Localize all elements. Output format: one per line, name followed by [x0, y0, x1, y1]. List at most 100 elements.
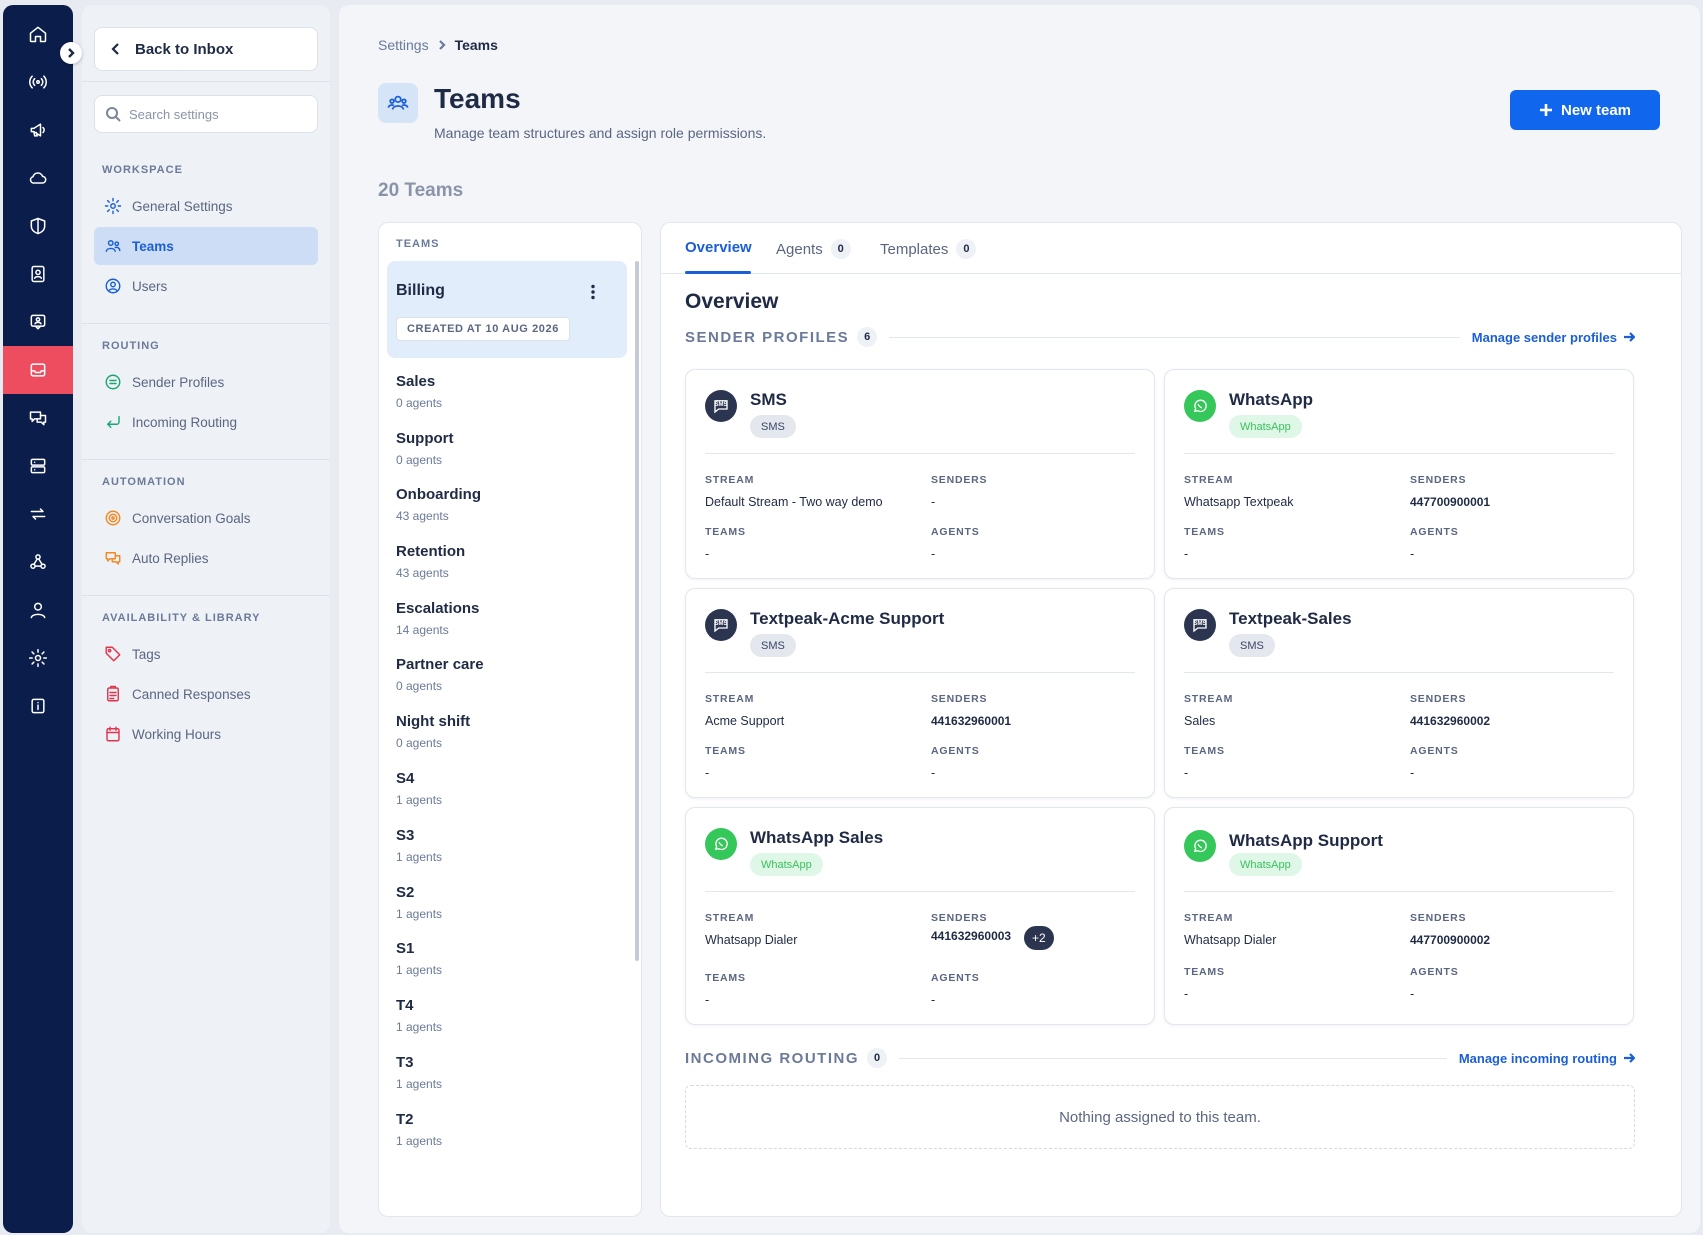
sender-profile-card[interactable]: SMS SMS SMS STREAM SENDERS Default Strea…: [685, 369, 1155, 579]
field-label: SENDERS: [931, 912, 988, 924]
team-name: Billing: [396, 282, 445, 299]
manage-incoming-routing-link[interactable]: Manage incoming routing: [1459, 1051, 1635, 1066]
inbox-icon[interactable]: [3, 346, 73, 394]
team-item[interactable]: Onboarding 43 agents: [396, 486, 636, 523]
senders-value: 441632960001: [931, 714, 1012, 728]
shield-icon[interactable]: [3, 202, 73, 250]
tab-overview[interactable]: Overview: [685, 239, 752, 256]
team-item[interactable]: T4 1 agents: [396, 997, 636, 1034]
team-agents: 0 agents: [396, 736, 443, 750]
more-options-button[interactable]: [583, 282, 603, 302]
search-settings[interactable]: [94, 95, 318, 133]
teams-value: -: [1184, 766, 1189, 780]
field-label: AGENTS: [1410, 745, 1459, 757]
agents-value: -: [931, 547, 936, 561]
team-agents: 1 agents: [396, 1134, 443, 1148]
agents-value: -: [1410, 547, 1415, 561]
stream-value: Whatsapp Dialer: [1184, 933, 1277, 947]
team-item[interactable]: Partner care 0 agents: [396, 656, 636, 693]
breadcrumb-settings[interactable]: Settings: [378, 37, 429, 53]
team-item[interactable]: Night shift 0 agents: [396, 713, 636, 750]
team-item[interactable]: Escalations 14 agents: [396, 600, 636, 637]
agents-value: -: [1410, 766, 1415, 780]
team-item[interactable]: T2 1 agents: [396, 1111, 636, 1148]
sender-profile-card[interactable]: SMS Textpeak-Sales SMS STREAM SENDERS Sa…: [1164, 588, 1634, 798]
divider: [705, 453, 1135, 454]
team-name: Sales: [396, 373, 436, 390]
gear-icon[interactable]: [3, 634, 73, 682]
server-icon[interactable]: [3, 442, 73, 490]
broadcast-icon[interactable]: [3, 58, 73, 106]
sidebar-item-auto-replies[interactable]: Auto Replies: [94, 539, 318, 577]
sync-arrows-icon[interactable]: [3, 490, 73, 538]
team-item[interactable]: Support 0 agents: [396, 430, 636, 467]
main-content: Settings Teams Teams Manage team structu…: [339, 5, 1700, 1233]
sidebar-item-teams[interactable]: Teams: [94, 227, 318, 265]
sidebar-item-general-settings[interactable]: General Settings: [94, 187, 318, 225]
team-item[interactable]: T3 1 agents: [396, 1054, 636, 1091]
divider: [899, 1057, 1447, 1059]
chat-user-icon[interactable]: [3, 298, 73, 346]
tab-agents[interactable]: Agents 0: [776, 239, 851, 259]
divider: [82, 595, 330, 596]
search-input[interactable]: [129, 106, 309, 122]
section-label-routing: ROUTING: [102, 340, 160, 352]
team-name: S1: [396, 940, 415, 957]
profile-name: SMS: [750, 390, 787, 409]
sidebar-item-sender-profiles[interactable]: Sender Profiles: [94, 363, 318, 401]
sidebar-item-conversation-goals[interactable]: Conversation Goals: [94, 499, 318, 537]
webhook-icon[interactable]: [3, 538, 73, 586]
team-count: 20 Teams: [378, 180, 464, 201]
team-item[interactable]: Sales 0 agents: [396, 373, 636, 410]
team-item[interactable]: Retention 43 agents: [396, 543, 636, 580]
team-list-scrollbar[interactable]: [635, 261, 639, 961]
contacts-book-icon[interactable]: [3, 250, 73, 298]
team-item[interactable]: S3 1 agents: [396, 827, 636, 864]
info-icon[interactable]: [3, 682, 73, 730]
field-label: STREAM: [1184, 912, 1234, 924]
divider: [1184, 672, 1614, 673]
field-label: STREAM: [1184, 693, 1234, 705]
count-badge: 0: [956, 239, 977, 259]
conversations-icon[interactable]: [3, 394, 73, 442]
stream-value: Sales: [1184, 714, 1216, 728]
cloud-icon[interactable]: [3, 154, 73, 202]
more-senders-badge[interactable]: +2: [1024, 926, 1054, 950]
sidebar-item-label: Tags: [132, 646, 161, 662]
user-icon[interactable]: [3, 586, 73, 634]
sidebar-item-incoming-routing[interactable]: Incoming Routing: [94, 403, 318, 441]
sidebar-item-canned-responses[interactable]: Canned Responses: [94, 675, 318, 713]
team-name: Night shift: [396, 713, 471, 730]
team-agents: 0 agents: [396, 679, 443, 693]
tab-templates[interactable]: Templates 0: [880, 239, 977, 259]
expand-sidebar-button[interactable]: [60, 42, 82, 64]
manage-sender-profiles-link[interactable]: Manage sender profiles: [1472, 330, 1635, 345]
whatsapp-icon: [1184, 390, 1216, 422]
tab-bar: Overview Agents 0 Templates 0: [661, 223, 1681, 274]
sidebar-item-users[interactable]: Users: [94, 267, 318, 305]
back-to-inbox-button[interactable]: Back to Inbox: [94, 27, 318, 71]
sidebar-item-tags[interactable]: Tags: [94, 635, 318, 673]
sidebar-item-working-hours[interactable]: Working Hours: [94, 715, 318, 753]
whatsapp-icon: [1184, 830, 1216, 862]
profile-name: WhatsApp: [1229, 390, 1314, 409]
team-item-selected[interactable]: Billing CREATED AT 10 AUG 2026: [387, 261, 627, 358]
sender-profile-card[interactable]: WhatsApp Sales WhatsApp STREAM SENDERS W…: [685, 807, 1155, 1025]
megaphone-icon[interactable]: [3, 106, 73, 154]
field-label: SENDERS: [931, 474, 988, 486]
profile-type-badge: WhatsApp: [1229, 415, 1302, 438]
team-agents: 43 agents: [396, 566, 449, 580]
sender-profile-card[interactable]: SMS Textpeak-Acme Support SMS STREAM SEN…: [685, 588, 1155, 798]
profile-name: WhatsApp Support: [1229, 831, 1383, 850]
team-item[interactable]: S4 1 agents: [396, 770, 636, 807]
new-team-button[interactable]: New team: [1510, 90, 1660, 130]
team-item[interactable]: S2 1 agents: [396, 884, 636, 921]
whatsapp-icon: [705, 828, 737, 860]
team-item[interactable]: S1 1 agents: [396, 940, 636, 977]
field-label: TEAMS: [705, 972, 746, 984]
profile-type-badge: WhatsApp: [1229, 853, 1302, 876]
team-name: Onboarding: [396, 486, 481, 503]
sender-profile-card[interactable]: WhatsApp WhatsApp STREAM SENDERS Whatsap…: [1164, 369, 1634, 579]
sender-profile-card[interactable]: WhatsApp Support WhatsApp STREAM SENDERS…: [1164, 807, 1634, 1025]
calendar-icon: [106, 726, 120, 742]
